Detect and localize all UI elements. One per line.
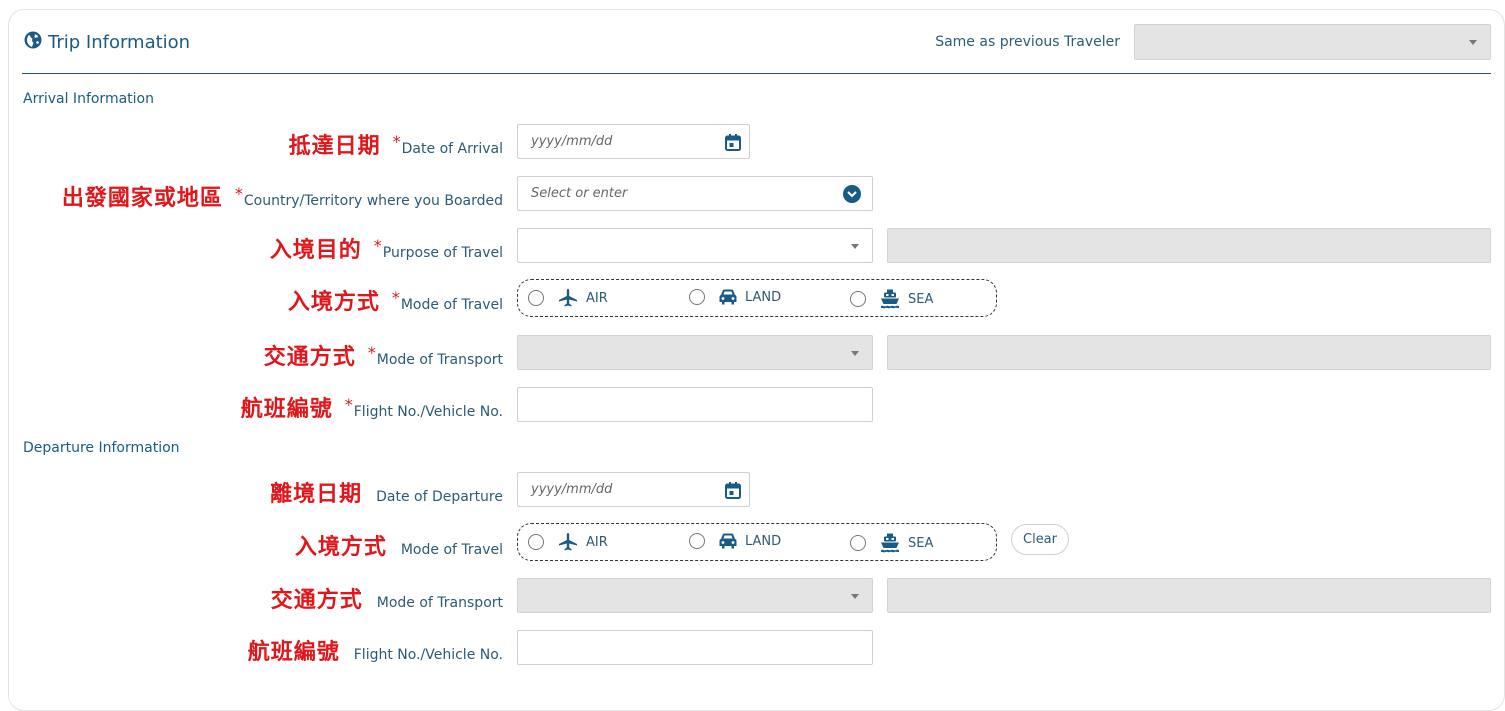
arrival-purpose-other-input[interactable] xyxy=(887,228,1491,263)
arrival-date-input[interactable]: yyyy/mm/dd xyxy=(517,124,750,159)
arrival-mode-sea[interactable]: SEA xyxy=(850,289,933,309)
departure-transport-select[interactable] xyxy=(517,578,873,613)
page-title: Trip Information xyxy=(48,31,191,53)
car-icon xyxy=(719,289,737,305)
arrival-country-input[interactable]: Select or enter xyxy=(517,176,873,211)
departure-flight-input[interactable] xyxy=(517,630,873,665)
arrival-date-label: 抵達日期 * Date of Arrival xyxy=(288,132,503,159)
clear-button[interactable]: Clear xyxy=(1011,524,1069,555)
departure-transport-label: 交通方式 Mode of Transport xyxy=(270,588,503,613)
arrival-section-title: Arrival Information xyxy=(23,91,154,107)
arrival-transport-select[interactable] xyxy=(517,335,873,370)
chevron-down-icon xyxy=(851,243,859,249)
arrival-purpose-select[interactable] xyxy=(517,228,873,263)
same-as-previous-select[interactable] xyxy=(1134,24,1491,60)
departure-flight-label: 航班編號 Flight No./Vehicle No. xyxy=(247,640,503,665)
arrival-purpose-label: 入境目的 * Purpose of Travel xyxy=(269,236,503,263)
radio-button[interactable] xyxy=(528,534,544,550)
header-divider xyxy=(22,73,1491,74)
globe-icon xyxy=(24,31,48,54)
arrival-mode-air[interactable]: AIR xyxy=(528,289,608,307)
arrival-mode-radio-group: AIR LAND SEA xyxy=(517,279,997,317)
ship-icon xyxy=(880,289,900,309)
same-as-previous-label: Same as previous Traveler xyxy=(935,34,1120,50)
section-header: Trip Information xyxy=(24,30,190,54)
departure-section-title: Departure Information xyxy=(23,440,180,456)
car-icon xyxy=(719,533,737,549)
arrival-flight-label: 航班編號 * Flight No./Vehicle No. xyxy=(240,395,503,422)
chevron-down-icon xyxy=(1469,40,1477,45)
airplane-icon xyxy=(558,289,578,307)
ship-icon xyxy=(880,533,900,553)
chevron-down-icon xyxy=(851,593,859,599)
departure-date-label: 離境日期 Date of Departure xyxy=(270,482,503,507)
departure-transport-other-input[interactable] xyxy=(887,578,1491,613)
calendar-icon[interactable] xyxy=(725,134,741,155)
arrival-flight-input[interactable] xyxy=(517,387,873,422)
airplane-icon xyxy=(558,533,578,551)
arrival-mode-label: 入境方式 * Mode of Travel xyxy=(287,288,503,315)
departure-mode-sea[interactable]: SEA xyxy=(850,533,933,553)
arrival-transport-other-input[interactable] xyxy=(887,335,1491,370)
radio-button[interactable] xyxy=(689,289,705,305)
departure-mode-label: 入境方式 Mode of Travel xyxy=(294,535,503,560)
chevron-down-icon xyxy=(851,350,859,356)
calendar-icon[interactable] xyxy=(725,482,741,503)
radio-button[interactable] xyxy=(850,291,866,307)
radio-button[interactable] xyxy=(528,290,544,306)
departure-mode-land[interactable]: LAND xyxy=(689,533,781,549)
arrival-mode-land[interactable]: LAND xyxy=(689,289,781,305)
departure-mode-air[interactable]: AIR xyxy=(528,533,608,551)
departure-mode-radio-group: AIR LAND SEA xyxy=(517,523,997,561)
radio-button[interactable] xyxy=(850,535,866,551)
radio-button[interactable] xyxy=(689,533,705,549)
departure-date-input[interactable]: yyyy/mm/dd xyxy=(517,472,750,507)
arrival-country-label: 出發國家或地區 * Country/Territory where you Bo… xyxy=(61,184,503,211)
arrival-transport-label: 交通方式 * Mode of Transport xyxy=(263,343,503,370)
chevron-down-icon[interactable] xyxy=(843,185,861,203)
